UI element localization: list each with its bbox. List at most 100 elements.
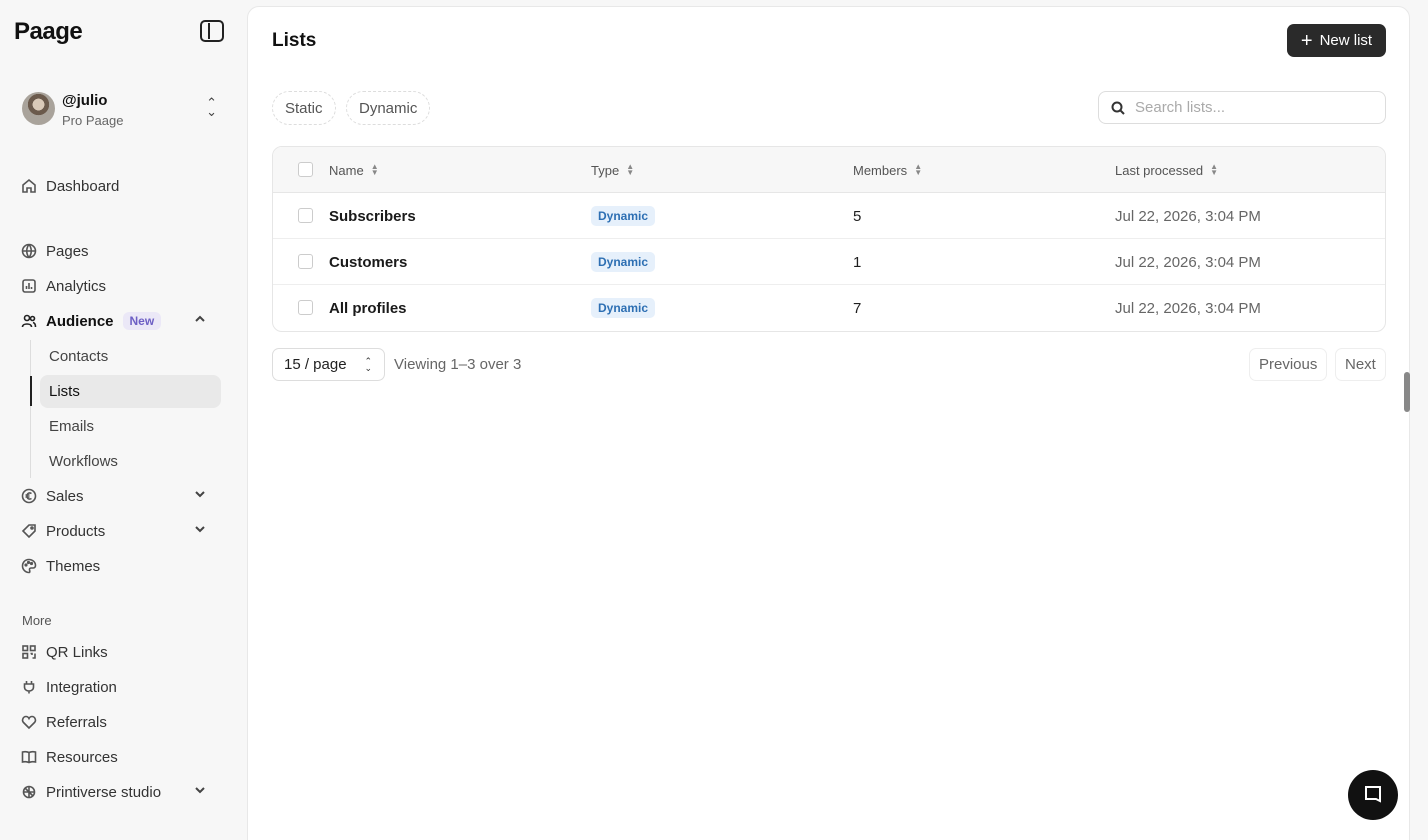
new-list-button[interactable]: + New list bbox=[1287, 24, 1386, 57]
new-badge: New bbox=[122, 312, 162, 330]
sort-icon: ▲ ▼ bbox=[370, 162, 379, 177]
filter-dynamic[interactable]: Dynamic bbox=[346, 91, 431, 125]
euro-icon bbox=[20, 487, 38, 505]
pagination-summary: Viewing 1–3 over 3 bbox=[394, 356, 522, 373]
section-label-more: More bbox=[22, 613, 52, 628]
qr-code-icon bbox=[20, 643, 38, 661]
globe-icon bbox=[20, 242, 38, 260]
plug-icon bbox=[20, 678, 38, 696]
row-checkbox[interactable] bbox=[298, 300, 313, 315]
column-label: Name bbox=[329, 162, 364, 178]
last-processed: Jul 22, 2026, 3:04 PM bbox=[1115, 207, 1261, 225]
chevron-up-icon[interactable] bbox=[194, 312, 206, 329]
sort-icon: ▲ ▼ bbox=[1210, 162, 1219, 177]
last-processed: Jul 22, 2026, 3:04 PM bbox=[1115, 253, 1261, 271]
type-cell: Dynamic bbox=[591, 239, 656, 285]
per-page-select[interactable]: 15 / page ⌃ ⌄ bbox=[272, 348, 385, 381]
sidebar-item-workflows[interactable]: Workflows bbox=[40, 445, 221, 478]
sidebar-item-printiverse-studio[interactable]: Printiverse studio bbox=[20, 777, 226, 807]
sidebar-item-emails[interactable]: Emails bbox=[40, 410, 221, 443]
sparkle-icon bbox=[20, 783, 38, 801]
sidebar-toggle-icon[interactable] bbox=[200, 20, 224, 42]
next-button[interactable]: Next bbox=[1335, 348, 1386, 381]
filter-static[interactable]: Static bbox=[272, 91, 336, 125]
column-label: Type bbox=[591, 162, 620, 178]
scrollbar-thumb[interactable] bbox=[1404, 372, 1410, 412]
chevron-down-icon[interactable] bbox=[194, 487, 206, 504]
column-label: Last processed bbox=[1115, 162, 1204, 178]
list-name[interactable]: Subscribers bbox=[329, 193, 416, 239]
last-processed: Jul 22, 2026, 3:04 PM bbox=[1115, 299, 1261, 317]
heart-icon bbox=[20, 713, 38, 731]
members-count: 7 bbox=[853, 299, 862, 317]
sidebar-item-integration[interactable]: Integration bbox=[20, 672, 226, 702]
select-all-checkbox[interactable] bbox=[298, 162, 313, 177]
sidebar-item-products[interactable]: Products bbox=[20, 516, 226, 546]
previous-button[interactable]: Previous bbox=[1249, 348, 1328, 381]
column-header-name[interactable]: Name ▲ ▼ bbox=[329, 147, 379, 193]
column-header-members[interactable]: Members ▲ ▼ bbox=[853, 147, 922, 193]
new-list-label: New list bbox=[1319, 32, 1373, 49]
sidebar-item-audience[interactable]: Audience New bbox=[20, 306, 226, 336]
sidebar-item-referrals[interactable]: Referrals bbox=[20, 707, 226, 737]
table-row[interactable]: Customers Dynamic 1 Jul 22, 2026, 3:04 P… bbox=[273, 239, 1385, 285]
lists-table: Name ▲ ▼ Type ▲ ▼ Members ▲ ▼ Last processe… bbox=[272, 146, 1386, 332]
type-badge: Dynamic bbox=[591, 252, 656, 272]
page-title: Lists bbox=[272, 30, 317, 51]
sidebar-item-label: Printiverse studio bbox=[46, 783, 162, 801]
sidebar-item-label: Sales bbox=[46, 487, 84, 505]
palette-icon bbox=[20, 557, 38, 575]
sidebar-item-label: Pages bbox=[46, 242, 89, 260]
type-cell: Dynamic bbox=[591, 285, 656, 331]
sidebar-item-label: Analytics bbox=[46, 277, 107, 295]
chevron-down-icon[interactable] bbox=[194, 522, 206, 539]
user-switcher[interactable]: @julio Pro Paage ⌃ ⌄ bbox=[22, 92, 227, 128]
chat-launcher-button[interactable] bbox=[1348, 770, 1398, 820]
submenu-guide bbox=[30, 340, 31, 478]
sidebar-item-label: Integration bbox=[46, 678, 117, 696]
sidebar-item-label: Products bbox=[46, 522, 106, 540]
plus-icon: + bbox=[1300, 29, 1313, 52]
type-badge: Dynamic bbox=[591, 298, 656, 318]
list-name[interactable]: Customers bbox=[329, 239, 407, 285]
sidebar-item-contacts[interactable]: Contacts bbox=[40, 340, 221, 373]
sidebar-item-label: Audience bbox=[46, 312, 114, 330]
sidebar-item-lists[interactable]: Lists bbox=[40, 375, 221, 408]
main-panel: Lists + New list Static Dynamic Name ▲▼ … bbox=[247, 6, 1410, 840]
sidebar-item-label: Referrals bbox=[46, 713, 107, 731]
home-icon bbox=[20, 177, 38, 195]
row-checkbox[interactable] bbox=[298, 208, 313, 223]
type-cell: Dynamic bbox=[591, 193, 656, 239]
app-logo[interactable]: Paage bbox=[14, 18, 83, 46]
chat-icon bbox=[1365, 786, 1381, 803]
row-checkbox[interactable] bbox=[298, 254, 313, 269]
sidebar-item-label: Dashboard bbox=[46, 177, 120, 195]
avatar bbox=[22, 92, 55, 125]
sidebar-item-qr-links[interactable]: QR Links bbox=[20, 637, 226, 667]
members-count: 5 bbox=[853, 207, 862, 225]
user-handle: @julio bbox=[62, 92, 108, 109]
sidebar-item-pages[interactable]: Pages bbox=[20, 236, 226, 266]
column-header-type[interactable]: Type ▲ ▼ bbox=[591, 147, 634, 193]
column-header-last-processed[interactable]: Last processed ▲ ▼ bbox=[1115, 147, 1218, 193]
sidebar-item-dashboard[interactable]: Dashboard bbox=[20, 171, 226, 201]
sidebar-item-themes[interactable]: Themes bbox=[20, 551, 226, 581]
table-row[interactable]: All profiles Dynamic 7 Jul 22, 2026, 3:0… bbox=[273, 285, 1385, 331]
user-plan: Pro Paage bbox=[62, 113, 124, 128]
users-icon bbox=[20, 312, 38, 330]
sort-icon: ▲ ▼ bbox=[914, 162, 923, 177]
sidebar-item-label: QR Links bbox=[46, 643, 108, 661]
list-name[interactable]: All profiles bbox=[329, 285, 407, 331]
sidebar-item-analytics[interactable]: Analytics bbox=[20, 271, 226, 301]
sidebar: Paage @julio Pro Paage ⌃ ⌄ Dashboard Page… bbox=[0, 0, 247, 840]
sidebar-item-resources[interactable]: Resources bbox=[20, 742, 226, 772]
search-field[interactable] bbox=[1098, 91, 1386, 124]
type-badge: Dynamic bbox=[591, 206, 656, 226]
table-row[interactable]: Subscribers Dynamic 5 Jul 22, 2026, 3:04… bbox=[273, 193, 1385, 239]
chevron-down-icon[interactable] bbox=[194, 783, 206, 800]
chart-icon bbox=[20, 277, 38, 295]
sort-icon: ▲ ▼ bbox=[626, 162, 635, 177]
sidebar-item-label: Resources bbox=[46, 748, 118, 766]
search-input[interactable] bbox=[1135, 99, 1375, 116]
sidebar-item-sales[interactable]: Sales bbox=[20, 481, 226, 511]
